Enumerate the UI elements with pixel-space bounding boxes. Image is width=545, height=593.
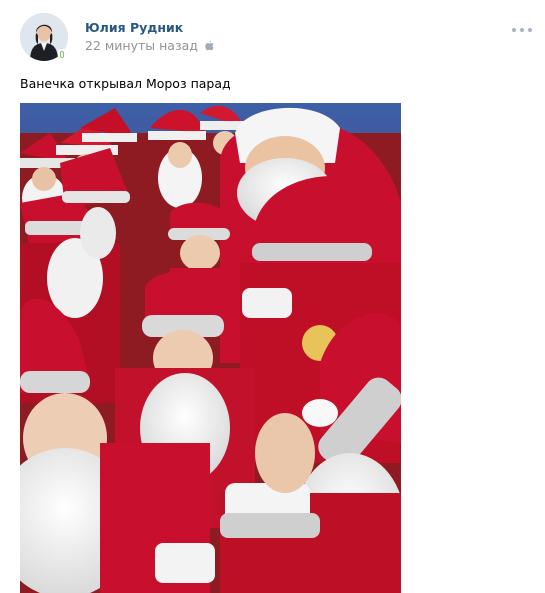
apple-icon <box>205 39 214 54</box>
mobile-online-icon <box>58 49 66 60</box>
post-meta: 22 минуты назад <box>85 38 214 54</box>
photo-image <box>20 103 401 593</box>
author-name-link[interactable]: Юлия Рудник <box>85 20 183 35</box>
post-text: Ванечка открывал Мороз парад <box>20 76 231 91</box>
more-dots-icon[interactable] <box>511 21 533 39</box>
wall-post: Юлия Рудник 22 минуты назад Ванечка откр… <box>0 0 545 593</box>
post-photo[interactable] <box>20 103 401 593</box>
post-time-link[interactable]: 22 минуты назад <box>85 38 198 53</box>
